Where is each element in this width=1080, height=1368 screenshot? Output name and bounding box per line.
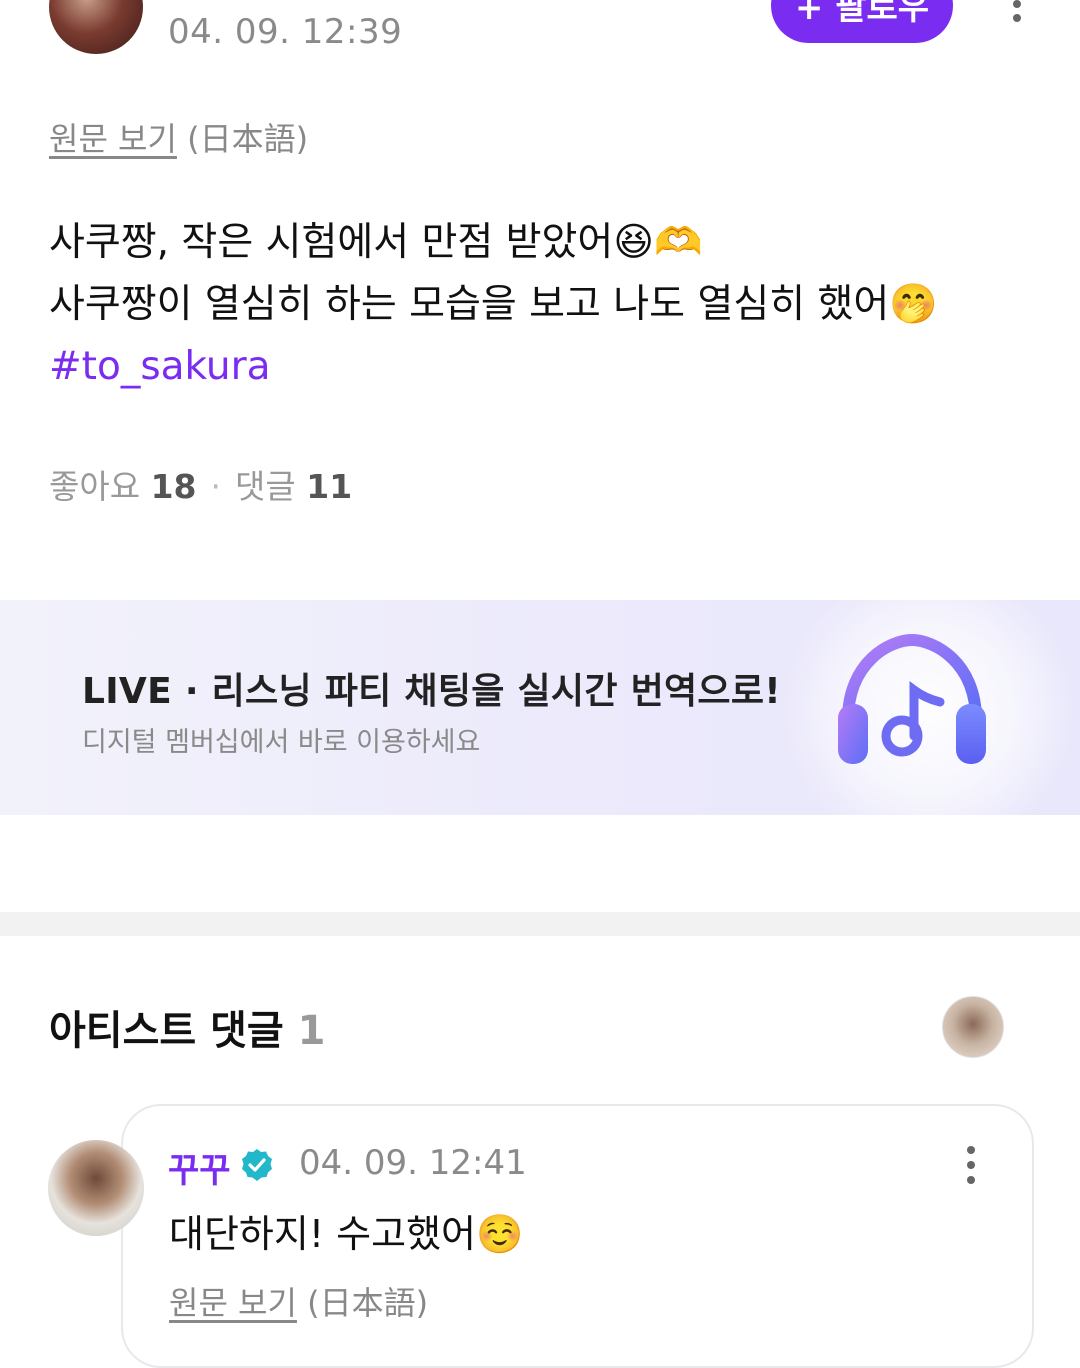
comment-timestamp: 04. 09. 12:41 (299, 1143, 527, 1183)
original-text-row: 원문 보기 (日本語) (49, 114, 308, 160)
artist-avatar-small[interactable] (942, 996, 1004, 1058)
author-avatar[interactable] (49, 0, 143, 54)
artist-comments-count: 1 (297, 1008, 326, 1054)
banner-title: LIVE · 리스닝 파티 채팅을 실시간 번역으로! (82, 671, 781, 712)
stats-separator: · (210, 467, 222, 506)
verified-badge-icon (242, 1149, 272, 1181)
hashtag-link[interactable]: #to_sakura (49, 336, 938, 398)
comment-original-language: (日本語) (307, 1284, 429, 1322)
artist-comments-title: 아티스트 댓글 1 (49, 1008, 326, 1054)
comment-view-original-link[interactable]: 원문 보기 (169, 1284, 297, 1322)
post-body-line: 사쿠짱이 열심히 하는 모습을 보고 나도 열심히 했어🤭 (49, 282, 938, 327)
section-divider (0, 912, 1080, 936)
more-options-icon[interactable] (1003, 0, 1031, 36)
view-original-link[interactable]: 원문 보기 (49, 120, 177, 158)
banner-subtitle: 디지털 멤버십에서 바로 이용하세요 (82, 727, 481, 758)
comment-text: 대단하지! 수고했어☺️ (169, 1212, 524, 1256)
comment-more-icon[interactable] (963, 1146, 979, 1186)
comments-stat[interactable]: 댓글 11 (235, 467, 352, 506)
post-stats: 좋아요 18 · 댓글 11 (49, 460, 352, 508)
likes-stat[interactable]: 좋아요 18 (49, 467, 197, 506)
post-timestamp: 04. 09. 12:39 (168, 12, 403, 52)
comment-original-row: 원문 보기 (日本語) (169, 1278, 428, 1324)
follow-button[interactable]: + 팔로우 (771, 0, 953, 43)
commenter-avatar[interactable] (48, 1140, 144, 1236)
commenter-name[interactable]: 꾸꾸 (168, 1143, 231, 1192)
headphones-music-icon (838, 633, 986, 764)
original-language: (日本語) (187, 120, 309, 158)
post-body-line: 사쿠짱, 작은 시험에서 만점 받았어😆🫶 (49, 220, 703, 265)
post-body: 사쿠짱, 작은 시험에서 만점 받았어😆🫶 사쿠짱이 열심히 하는 모습을 보고… (49, 212, 938, 398)
